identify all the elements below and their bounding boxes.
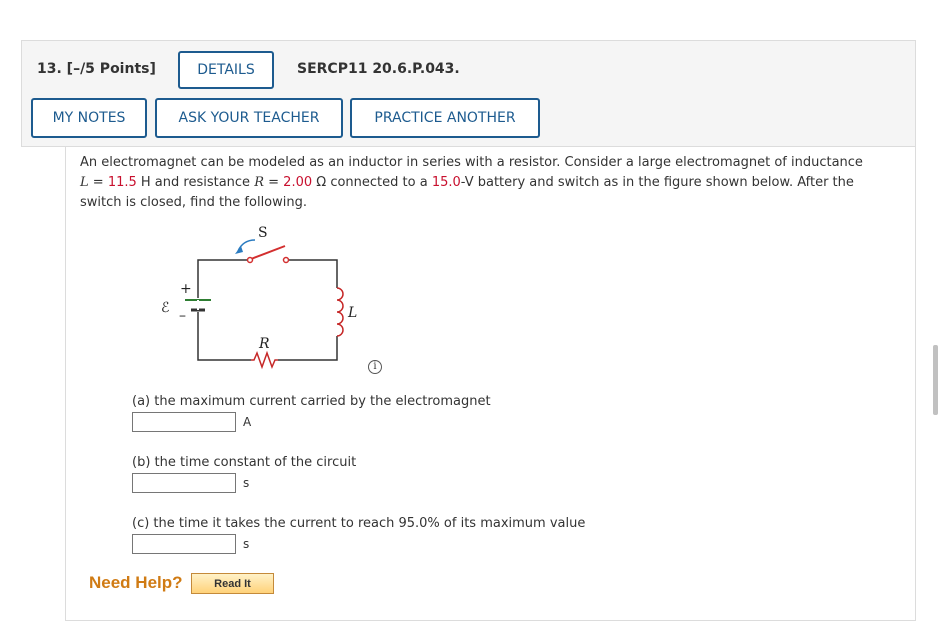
ask-teacher-button[interactable]: ASK YOUR TEACHER	[155, 98, 343, 138]
inductance-value: 11.5	[107, 175, 137, 190]
details-button[interactable]: DETAILS	[178, 51, 274, 89]
resistance-value: 2.00	[283, 175, 313, 190]
my-notes-button[interactable]: MY NOTES	[31, 98, 147, 138]
inductance-symbol: L	[80, 175, 89, 190]
switch	[246, 245, 290, 264]
arrowhead-icon	[235, 246, 243, 254]
part-a-answer-input[interactable]	[132, 412, 236, 432]
part-c-label: (c) the time it takes the current to rea…	[132, 516, 586, 531]
page-scrollbar[interactable]	[933, 345, 938, 415]
problem-code: SERCP11 20.6.P.043.	[297, 61, 460, 77]
part-a-unit: A	[243, 415, 252, 429]
part-a-label: (a) the maximum current carried by the e…	[132, 394, 491, 409]
battery-minus: –	[179, 308, 186, 324]
inductor-label: L	[347, 305, 357, 321]
info-icon[interactable]: i	[368, 360, 382, 374]
problem-intro: An electromagnet can be modeled as an in…	[80, 155, 863, 170]
equals: =	[88, 175, 108, 190]
part-c-answer-input[interactable]	[132, 534, 236, 554]
practice-another-button[interactable]: PRACTICE ANOTHER	[350, 98, 540, 138]
inductor	[336, 287, 344, 337]
equals: =	[264, 175, 284, 190]
emf-label: ℰ	[161, 300, 169, 316]
question-points: 13. [–/5 Points]	[37, 61, 156, 77]
part-c-unit: s	[243, 537, 250, 551]
resistor-label: R	[258, 336, 270, 352]
voltage-value: 15.0	[431, 175, 461, 190]
problem-outro: switch is closed, find the following.	[80, 195, 308, 210]
part-b-unit: s	[243, 476, 250, 490]
switch-label: S	[258, 225, 268, 241]
circuit-diagram: S + – ℰ R L	[161, 225, 357, 370]
voltage-unit: -V battery and switch as in the figure s…	[460, 175, 854, 190]
battery	[185, 299, 211, 312]
need-help-label: Need Help?	[89, 573, 183, 592]
inductance-unit: H and resistance	[136, 175, 255, 190]
resistance-unit: Ω connected to a	[312, 175, 432, 190]
resistance-symbol: R	[254, 175, 264, 190]
part-b-answer-input[interactable]	[132, 473, 236, 493]
resistor	[251, 350, 278, 370]
part-b-label: (b) the time constant of the circuit	[132, 455, 357, 470]
battery-plus: +	[180, 281, 192, 297]
read-it-button[interactable]: Read It	[191, 573, 274, 594]
problem-statement: An electromagnet can be modeled as an in…	[80, 153, 880, 213]
